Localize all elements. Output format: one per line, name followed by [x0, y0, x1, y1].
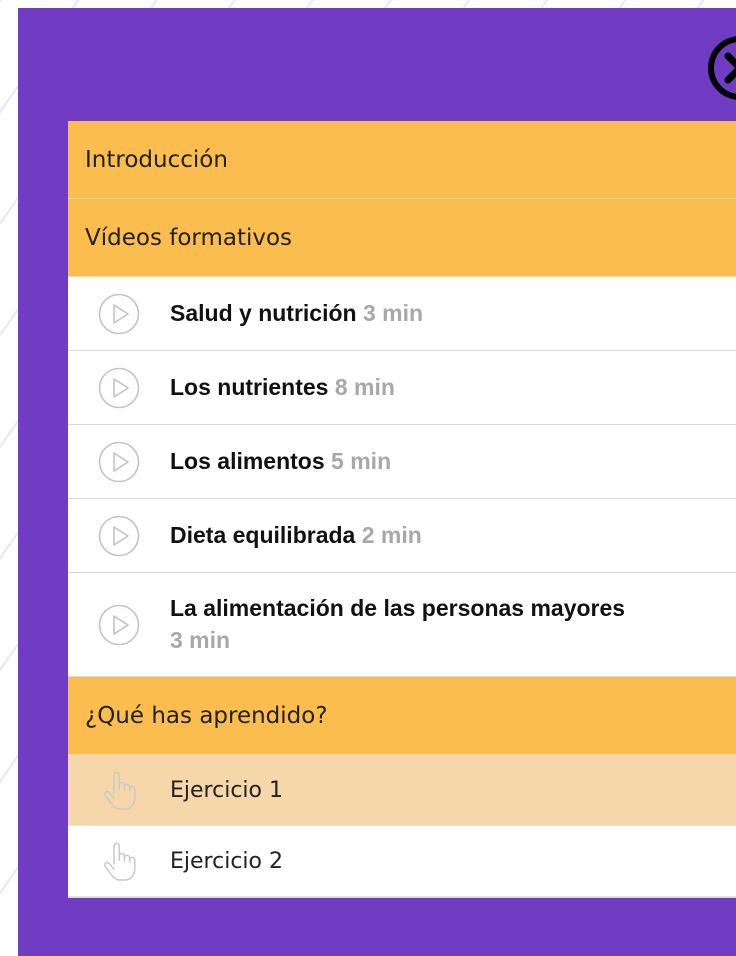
video-duration: 3 min: [170, 626, 231, 653]
video-duration: 2 min: [361, 521, 422, 548]
video-label: La alimentación de las personas mayores …: [170, 593, 625, 655]
video-item[interactable]: Salud y nutrición 3 min: [68, 277, 736, 351]
video-item[interactable]: La alimentación de las personas mayores …: [68, 573, 736, 677]
video-title: Salud y nutrición: [170, 299, 357, 326]
section-label: ¿Qué has aprendido?: [85, 702, 328, 729]
section-label: Introducción: [85, 146, 228, 173]
modal-panel: Introducción Vídeos formativos Salud y n…: [18, 8, 736, 956]
video-label: Dieta equilibrada 2 min: [170, 520, 422, 551]
video-duration: 8 min: [334, 373, 395, 400]
video-label: Salud y nutrición 3 min: [170, 298, 423, 329]
video-title: Dieta equilibrada: [170, 521, 356, 548]
play-icon: [98, 441, 140, 482]
exercise-item[interactable]: Ejercicio 1: [68, 755, 736, 826]
play-icon: [98, 293, 140, 334]
close-icon: [708, 36, 736, 100]
exercise-label: Ejercicio 1: [170, 777, 283, 803]
video-item[interactable]: Los nutrientes 8 min: [68, 351, 736, 425]
play-icon: [98, 604, 140, 645]
video-duration: 3 min: [362, 299, 424, 326]
video-duration: 5 min: [331, 447, 392, 474]
course-menu: Introducción Vídeos formativos Salud y n…: [68, 121, 736, 898]
exercise-item[interactable]: Ejercicio 2: [68, 826, 736, 897]
play-icon: [98, 515, 140, 556]
video-label: Los nutrientes 8 min: [170, 372, 395, 403]
section-videos-formativos[interactable]: Vídeos formativos: [68, 199, 736, 277]
section-que-has-aprendido[interactable]: ¿Qué has aprendido?: [68, 677, 736, 755]
section-label: Vídeos formativos: [85, 224, 293, 251]
video-item[interactable]: Dieta equilibrada 2 min: [68, 499, 736, 573]
video-label: Los alimentos 5 min: [170, 446, 391, 477]
pointer-hand-icon: [104, 771, 136, 810]
section-introduccion[interactable]: Introducción: [68, 121, 736, 199]
pointer-hand-icon: [104, 842, 136, 881]
video-title: Los nutrientes: [170, 373, 329, 400]
close-button[interactable]: [706, 32, 736, 104]
video-title: Los alimentos: [170, 447, 325, 474]
play-icon: [98, 367, 140, 408]
exercise-label: Ejercicio 2: [170, 848, 283, 874]
video-title: La alimentación de las personas mayores: [170, 595, 626, 622]
video-item[interactable]: Los alimentos 5 min: [68, 425, 736, 499]
